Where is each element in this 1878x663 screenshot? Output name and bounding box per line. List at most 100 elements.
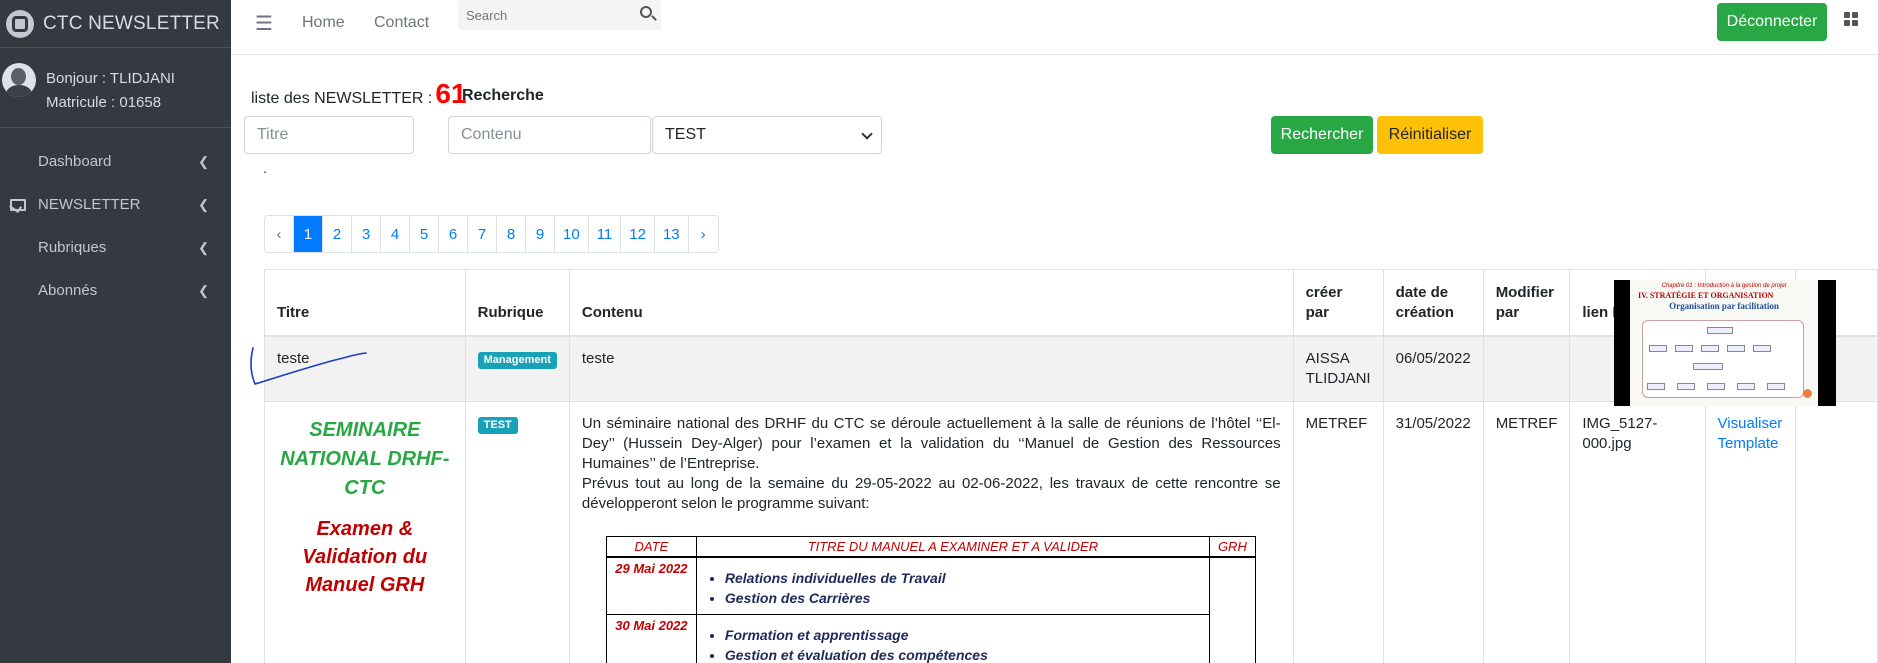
cell-rubrique: TEST (464, 401, 570, 663)
reset-button[interactable]: Réinitialiser (1377, 116, 1483, 154)
program-item: Gestion et évaluation des compétences (725, 645, 1203, 663)
program-items: Formation et apprentissage Gestion et év… (695, 613, 1210, 663)
top-navbar: ☰ Home Contact Déconnecter (231, 0, 1878, 55)
cell-modifier-par (1482, 335, 1571, 402)
user-greeting: Bonjour : TLIDJANI (46, 69, 175, 87)
list-label: liste des NEWSLETTER : (251, 90, 433, 107)
pagination-page-10[interactable]: 10 (555, 216, 589, 252)
cell-creer-par: AISSA TLIDJANI (1292, 335, 1384, 402)
sidebar-item-rubriques[interactable]: Rubriques ❮ (0, 226, 231, 269)
cell-modifier-par: METREF (1482, 401, 1571, 663)
sidebar-item-abonnes[interactable]: Abonnés ❮ (0, 269, 231, 312)
cell-creer-par: METREF (1292, 401, 1384, 663)
program-header-date: DATE (605, 536, 697, 558)
envelope-icon (10, 198, 26, 211)
program-header-grh: GRH (1208, 536, 1256, 558)
pagination-prev[interactable]: ‹ (265, 216, 294, 252)
col-header-contenu: Contenu (568, 269, 1294, 337)
sidebar-item-dashboard[interactable]: Dashboard ❮ (0, 140, 231, 183)
search-button[interactable]: Rechercher (1271, 116, 1373, 154)
slide-heading: IV. STRATÉGIE ET ORGANISATION (1638, 291, 1774, 300)
slide-chapter: Chapitre 01 : Introduction à la gestion … (1661, 283, 1787, 289)
nav-link-contact[interactable]: Contact (374, 14, 429, 32)
brand-logo-icon (6, 9, 34, 38)
pagination-page-8[interactable]: 8 (497, 216, 526, 252)
titre-filter-input[interactable] (244, 116, 414, 154)
search-input[interactable] (458, 0, 628, 30)
chevron-left-icon: ❮ (198, 239, 209, 255)
pagination-page-6[interactable]: 6 (439, 216, 468, 252)
cell-titre: teste (264, 335, 466, 402)
program-item: Gestion des Carrières (725, 588, 1203, 608)
pagination-page-2[interactable]: 2 (323, 216, 352, 252)
cell-visualiser: Visualiser Template (1704, 401, 1796, 663)
sidebar-item-label: Dashboard (38, 153, 112, 170)
slide-pointer-icon (1803, 389, 1812, 398)
pagination-page-11[interactable]: 11 (588, 216, 622, 252)
pagination-page-13[interactable]: 13 (654, 216, 689, 252)
sidebar: CTC NEWSLETTER Bonjour : TLIDJANI Matric… (0, 0, 231, 663)
nav-link-home[interactable]: Home (302, 14, 345, 32)
program-header-titre: TITRE DU MANUEL A EXAMINER ET A VALIDER (695, 536, 1210, 558)
rubrique-select-value: TEST (665, 126, 706, 143)
sidebar-item-label: NEWSLETTER (38, 196, 141, 213)
visualiser-template-link[interactable]: Visualiser Template (1718, 415, 1783, 452)
slide-preview: Chapitre 01 : Introduction à la gestion … (1630, 280, 1818, 406)
newsletter-list-title: liste des NEWSLETTER :61 (251, 78, 471, 110)
logout-button[interactable]: Déconnecter (1717, 3, 1827, 41)
seminar-title: SEMINAIRE NATIONAL DRHF-CTC (280, 419, 450, 499)
chevron-left-icon: ❮ (198, 153, 209, 169)
cell-modifier (1794, 401, 1878, 663)
stray-dot: . (263, 160, 267, 176)
pagination-page-5[interactable]: 5 (410, 216, 439, 252)
pagination-page-3[interactable]: 3 (352, 216, 381, 252)
cell-lien: IMG_5127- 000.jpg (1569, 401, 1706, 663)
program-item: Relations individuelles de Travail (725, 568, 1203, 588)
content-paragraph-2: Prévus tout au long de la semaine du 29-… (581, 475, 1281, 512)
brand-name: CTC NEWSLETTER (43, 12, 220, 34)
pagination-page-12[interactable]: 12 (621, 216, 655, 252)
sidebar-item-newsletter[interactable]: NEWSLETTER ❮ (0, 183, 231, 226)
content-paragraph-1: Un séminaire national des DRHF du CTC se… (581, 415, 1281, 472)
col-header-rubrique: Rubrique (464, 269, 570, 337)
rubrique-badge: Management (477, 351, 557, 369)
cell-titre: SEMINAIRE NATIONAL DRHF-CTC Examen & Val… (264, 401, 466, 663)
sidebar-item-label: Rubriques (38, 239, 107, 256)
contenu-filter-input[interactable] (448, 116, 651, 154)
chevron-down-icon (861, 128, 873, 140)
pagination-page-4[interactable]: 4 (381, 216, 410, 252)
user-matricule: Matricule : 01658 (46, 93, 162, 111)
pagination-page-9[interactable]: 9 (526, 216, 555, 252)
table-row: SEMINAIRE NATIONAL DRHF-CTC Examen & Val… (264, 401, 1878, 663)
slide-subheading: Organisation par facilitation (1669, 301, 1779, 311)
search-box (458, 0, 661, 30)
program-item: Formation et apprentissage (725, 625, 1203, 645)
cell-contenu: Un séminaire national des DRHF du CTC se… (568, 401, 1294, 663)
program-date: 29 Mai 2022 (605, 556, 697, 615)
pagination: ‹ 1 2 3 4 5 6 7 8 9 10 11 12 13 › (264, 215, 719, 253)
rubrique-badge: TEST (477, 417, 518, 434)
hamburger-menu-icon[interactable]: ☰ (255, 11, 273, 36)
col-header-date-creation: date de création (1382, 269, 1484, 337)
chevron-left-icon: ❮ (198, 282, 209, 298)
slide-diagram (1642, 320, 1804, 398)
apps-grid-icon[interactable] (1844, 12, 1859, 27)
col-header-modifier-par: Modifier par (1482, 269, 1571, 337)
col-header-titre: Titre (264, 269, 466, 337)
chevron-left-icon: ❮ (198, 196, 209, 212)
search-icon[interactable] (640, 6, 652, 18)
pagination-page-1[interactable]: 1 (294, 216, 323, 252)
pagination-page-7[interactable]: 7 (468, 216, 497, 252)
search-heading: Recherche (462, 87, 544, 104)
sidebar-nav: Dashboard ❮ NEWSLETTER ❮ Rubriques ❮ Abo… (0, 128, 231, 312)
program-grh-cell (1208, 556, 1256, 663)
rubrique-select[interactable]: TEST (652, 116, 882, 154)
image-preview-popup: Chapitre 01 : Introduction à la gestion … (1614, 280, 1836, 406)
brand-link[interactable]: CTC NEWSLETTER (0, 0, 231, 48)
avatar (2, 62, 36, 97)
program-date: 30 Mai 2022 (605, 613, 697, 663)
pagination-next[interactable]: › (688, 216, 718, 252)
program-table: DATE TITRE DU MANUEL A EXAMINER ET A VAL… (605, 536, 1256, 663)
cell-contenu: teste (568, 335, 1294, 402)
sidebar-item-label: Abonnés (38, 282, 98, 299)
